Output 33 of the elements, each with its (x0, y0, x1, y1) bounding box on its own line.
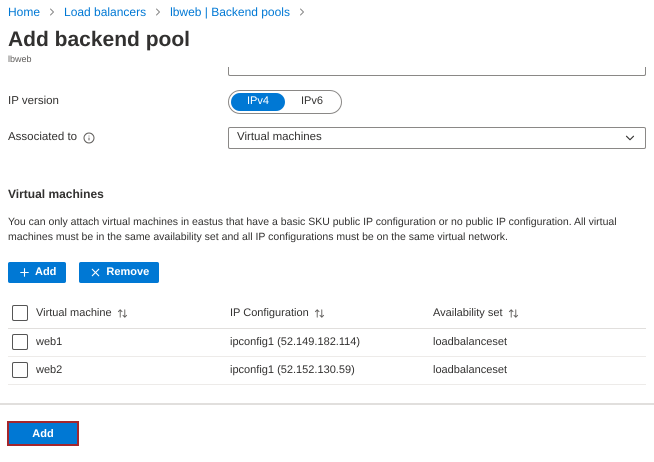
table-cell: web2 (36, 364, 62, 376)
breadcrumb-link[interactable]: lbweb | Backend pools (170, 3, 290, 21)
section-title: Virtual machines (7, 186, 105, 202)
table-cell: ipconfig1 (52.152.130.59) (230, 364, 355, 376)
breadcrumb-link[interactable]: Load balancers (64, 3, 146, 21)
checkbox[interactable] (12, 305, 28, 321)
sort-icon (116, 308, 128, 318)
table-cell: loadbalanceset (433, 364, 508, 376)
sort-icon (314, 308, 325, 318)
checkbox[interactable] (12, 334, 28, 350)
submit-button[interactable]: Add (7, 421, 79, 446)
section-description: You can only attach virtual machines in eastus that have a basic SKU public IP configuration or no public IP configuration. All virtual machines must be in the same availability set and all IP configurations must be on the same virtual network. (7, 214, 618, 244)
field-label: IP version (8, 94, 59, 109)
checkbox[interactable] (12, 362, 28, 378)
sort-icon (508, 308, 518, 318)
toggle-option[interactable]: IPv6 (285, 92, 339, 110)
breadcrumb-link[interactable]: Home (8, 3, 40, 21)
page-subtitle: lbweb (7, 53, 33, 66)
table-cell: web1 (36, 336, 62, 348)
table-cell: loadbalanceset (433, 336, 508, 348)
column-header[interactable]: Virtual machine (36, 304, 112, 322)
close-icon (89, 266, 102, 278)
remove-button[interactable]: Remove (79, 262, 160, 282)
field-label: Associated to (8, 130, 78, 145)
plus-icon (18, 266, 31, 278)
dropdown-field[interactable]: Virtual machines (228, 126, 646, 148)
add-button[interactable]: Add (8, 262, 66, 282)
page-title: Add backend pool (7, 27, 192, 53)
table-cell: ipconfig1 (52.149.182.114) (230, 336, 360, 348)
column-header[interactable]: IP Configuration (230, 304, 309, 322)
column-header[interactable]: Availability set (433, 304, 502, 322)
info-icon (83, 132, 96, 144)
toggle-option[interactable]: IPv4 (231, 92, 285, 110)
